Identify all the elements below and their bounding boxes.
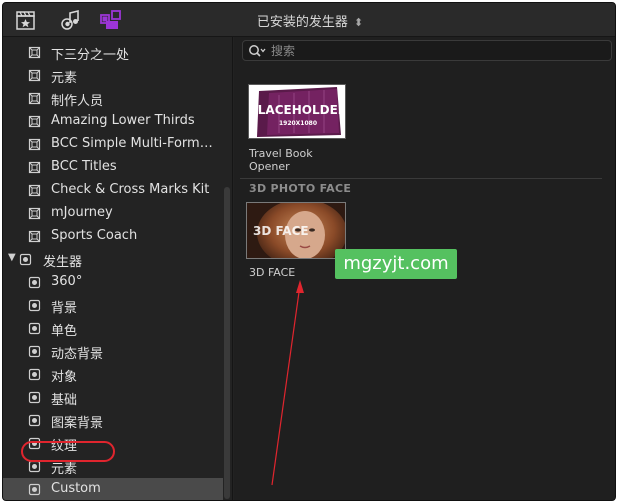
sidebar-item-label: 图案背景 — [51, 416, 104, 431]
section-divider — [240, 178, 602, 179]
sidebar-item-label: 元素 — [51, 71, 78, 86]
sidebar-item-label: BCC Simple Multi-Format Titles — [51, 136, 219, 151]
title-folder-icon — [28, 46, 41, 59]
3d-face-thumb-text: 3D FACE — [253, 224, 309, 238]
generator-thumbnail-3d-face[interactable]: 3D FACE — [246, 202, 346, 259]
sidebar-item-label: Amazing Lower Thirds — [51, 113, 195, 128]
chevron-updown-icon: ⬍ — [353, 16, 364, 29]
sidebar-item-label: 基础 — [51, 393, 78, 408]
face-photo-graphic: 3D FACE — [247, 203, 345, 258]
sidebar-item-label: 发生器 — [43, 255, 83, 270]
sidebar-item[interactable]: BCC Simple Multi-Format Titles — [3, 133, 223, 156]
sidebar-item[interactable]: Check & Cross Marks Kit — [3, 179, 223, 202]
title-folder-icon — [28, 69, 41, 82]
sidebar-item-label: 对象 — [51, 370, 78, 385]
sidebar: 下三分之一处 元素制作人员 Amazing Lower Thirds BCC Simp… — [3, 37, 233, 500]
sidebar-item-label: 制作人员 — [51, 94, 104, 109]
generator-folder-icon — [28, 483, 41, 496]
search-icon[interactable] — [248, 44, 266, 58]
generator-label-3d-face: 3D FACE — [249, 266, 296, 279]
sidebar-group[interactable]: ▼ 发生器 — [3, 248, 223, 271]
sidebar-item[interactable]: 动态背景 — [3, 340, 223, 363]
sidebar-item[interactable]: 单色 — [3, 317, 223, 340]
search-field[interactable] — [242, 40, 612, 61]
sidebar-item-label: 下三分之一处 — [51, 48, 130, 63]
placeholder-size-text: 1920X1080 — [279, 120, 317, 127]
sidebar-item-label: Sports Coach — [51, 228, 138, 243]
generator-folder-icon — [28, 345, 41, 358]
sidebar-item[interactable]: 对象 — [3, 363, 223, 386]
browser-title-label: 已安装的发生器 — [256, 15, 348, 30]
sidebar-item[interactable]: 元素 — [3, 64, 223, 87]
sidebar-item-label: mJourney — [51, 205, 113, 220]
sidebar-item[interactable]: 制作人员 — [3, 87, 223, 110]
title-folder-icon — [28, 230, 41, 243]
sidebar-item[interactable]: Sports Coach — [3, 225, 223, 248]
sidebar-item[interactable]: 360° — [3, 271, 223, 294]
browser-toolbar: 已安装的发生器 ⬍ — [3, 3, 615, 37]
title-folder-icon — [28, 138, 41, 151]
section-header-3d-photo-face: 3D PHOTO FACE — [249, 182, 352, 195]
sidebar-item[interactable]: 图案背景 — [3, 409, 223, 432]
generator-label-travel-book-opener: Travel Book Opener — [249, 147, 313, 173]
search-input[interactable] — [271, 42, 601, 59]
browser-title[interactable]: 已安装的发生器 ⬍ — [3, 11, 615, 30]
placeholder-graphic: PLACEHOLDER 1920X1080 — [249, 85, 346, 138]
generators-browser-window: 已安装的发生器 ⬍ 下三分之一处 元素制作人员 Amazing Lower Third… — [2, 2, 616, 501]
title-folder-icon — [28, 207, 41, 220]
sidebar-item[interactable]: 下三分之一处 — [3, 41, 223, 64]
sidebar-item[interactable]: 基础 — [3, 386, 223, 409]
sidebar-item[interactable]: BCC Titles — [3, 156, 223, 179]
highlight-oval-custom — [21, 441, 115, 462]
generator-label-line2: Opener — [249, 160, 290, 173]
title-folder-icon — [28, 115, 41, 128]
sidebar-item[interactable]: Amazing Lower Thirds — [3, 110, 223, 133]
disclosure-triangle-icon[interactable]: ▼ — [8, 252, 16, 263]
sidebar-item-label: BCC Titles — [51, 159, 117, 174]
title-folder-icon — [28, 161, 41, 174]
sidebar-scrollbar[interactable] — [224, 187, 230, 499]
title-folder-icon — [28, 92, 41, 105]
generator-folder-icon — [28, 276, 41, 289]
watermark-label: mgzyjt.com — [335, 249, 457, 279]
sidebar-item-label: Custom — [51, 481, 101, 496]
sidebar-item[interactable]: Custom — [3, 478, 223, 500]
sidebar-item-label: 单色 — [51, 324, 78, 339]
generator-thumbnail-travel-book-opener[interactable]: PLACEHOLDER 1920X1080 — [248, 84, 346, 139]
generator-folder-icon — [28, 322, 41, 335]
generator-folder-icon — [28, 299, 41, 312]
placeholder-text: PLACEHOLDER — [249, 103, 346, 117]
sidebar-item-label: 背景 — [51, 301, 78, 316]
generator-folder-icon — [19, 253, 32, 266]
sidebar-item-label: 动态背景 — [51, 347, 104, 362]
sidebar-item[interactable]: mJourney — [3, 202, 223, 225]
generator-folder-icon — [28, 368, 41, 381]
sidebar-item-label: 360° — [51, 274, 83, 289]
generator-folder-icon — [28, 414, 41, 427]
generator-folder-icon — [28, 391, 41, 404]
sidebar-item[interactable]: 背景 — [3, 294, 223, 317]
generator-label-line1: Travel Book — [249, 147, 313, 160]
sidebar-item-label: Check & Cross Marks Kit — [51, 182, 210, 197]
title-folder-icon — [28, 184, 41, 197]
